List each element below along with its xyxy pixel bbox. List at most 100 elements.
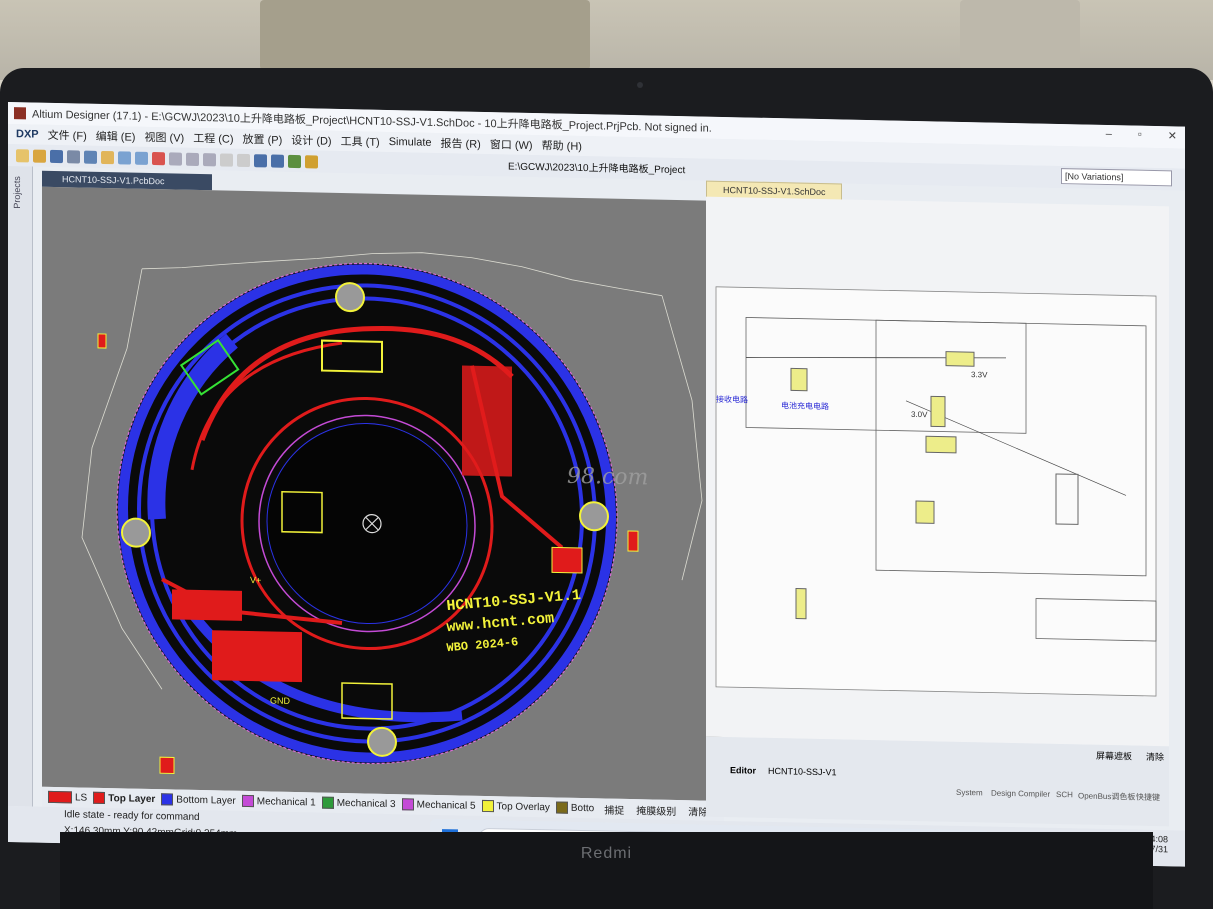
mech5-swatch bbox=[401, 798, 414, 811]
print-icon[interactable] bbox=[67, 149, 80, 164]
panel-tab-sch[interactable]: SCH bbox=[1056, 790, 1073, 799]
open-folder-icon[interactable] bbox=[33, 149, 46, 163]
menu-dxp[interactable]: DXP bbox=[16, 128, 39, 140]
component-pad-right bbox=[551, 546, 583, 574]
editor-tab[interactable]: Editor bbox=[730, 765, 756, 776]
sch-label-receive: 接收电路 bbox=[716, 394, 748, 405]
component-u3 bbox=[925, 435, 957, 454]
webcam bbox=[637, 82, 643, 88]
menu-tools[interactable]: 工具 (T) bbox=[341, 133, 380, 150]
layer-tab-mech1[interactable]: Mechanical 1 bbox=[257, 796, 316, 808]
menu-place[interactable]: 放置 (P) bbox=[243, 131, 283, 148]
mounting-hole-right bbox=[579, 501, 609, 532]
copy-icon[interactable] bbox=[186, 152, 199, 166]
panel-tab-system[interactable]: System bbox=[956, 788, 983, 798]
folder-icon[interactable] bbox=[101, 150, 114, 164]
altium-logo-icon bbox=[14, 107, 26, 120]
component-ldo-30 bbox=[930, 395, 946, 428]
menu-project[interactable]: 工程 (C) bbox=[193, 130, 233, 147]
silk-gnd: GND bbox=[270, 695, 290, 705]
zoom-area-icon[interactable] bbox=[135, 151, 148, 165]
component-charger bbox=[790, 367, 808, 392]
pcb-editor-canvas[interactable]: HCNT10-SSJ-V1.1 www.hcnt.com WBO 2024-6 … bbox=[42, 186, 724, 801]
schematic-bottom-panel: 屏幕遮板 清除 Editor HCNT10-SSJ-V1 System Desi… bbox=[706, 736, 1169, 827]
part-right-1 bbox=[627, 530, 639, 552]
maximize-button[interactable]: ▫ bbox=[1138, 129, 1142, 142]
laptop-brand-logo: Redmi bbox=[580, 845, 633, 862]
panel-tab-compiler[interactable]: Design Compiler bbox=[991, 789, 1050, 799]
laptop-chin bbox=[60, 832, 1153, 909]
pcb-board-view: HCNT10-SSJ-V1.1 www.hcnt.com WBO 2024-6 … bbox=[81, 252, 703, 774]
connector-j2 bbox=[795, 587, 807, 620]
sch-label-charge: 电池充电电路 bbox=[781, 400, 829, 411]
component-mcu bbox=[1055, 473, 1079, 525]
mask-level-button[interactable]: 掩膜级别 bbox=[636, 802, 676, 818]
connector-j1 bbox=[915, 500, 935, 524]
status-state: Idle state - ready for command bbox=[64, 809, 200, 824]
menu-edit[interactable]: 编辑 (E) bbox=[96, 128, 136, 145]
bottom-layer-swatch bbox=[161, 793, 174, 806]
schematic-view: 接收电路 电池充电电路 3.3V 3.0V bbox=[715, 286, 1157, 697]
layer-tab-bottom[interactable]: Bottom Layer bbox=[176, 794, 235, 806]
mounting-hole-left bbox=[121, 517, 151, 548]
menu-window[interactable]: 窗口 (W) bbox=[490, 136, 533, 153]
minimize-button[interactable]: – bbox=[1106, 128, 1112, 141]
menu-design[interactable]: 设计 (D) bbox=[291, 132, 331, 149]
top-layer-swatch bbox=[93, 791, 106, 805]
redo-icon[interactable] bbox=[271, 154, 284, 168]
paste-icon[interactable] bbox=[203, 152, 216, 166]
close-button[interactable]: ✕ bbox=[1168, 129, 1177, 142]
sheet-border bbox=[715, 286, 1157, 697]
sch-label-30v: 3.0V bbox=[911, 410, 928, 419]
layer-tab-mech3[interactable]: Mechanical 3 bbox=[337, 797, 396, 809]
silk-vplus: V+ bbox=[250, 575, 261, 585]
screen-mask-button[interactable]: 屏幕遮板 bbox=[1096, 749, 1132, 763]
part-left-1 bbox=[97, 333, 107, 349]
top-pour-left bbox=[172, 589, 242, 621]
mech3-swatch bbox=[321, 796, 334, 809]
snap-button[interactable]: 捕捉 bbox=[604, 801, 624, 816]
new-file-icon[interactable] bbox=[16, 148, 29, 162]
layer-set-label[interactable]: LS bbox=[75, 792, 87, 803]
cross-probe-icon[interactable] bbox=[288, 154, 301, 168]
projects-side-panel[interactable]: Projects bbox=[8, 166, 33, 807]
panel-tab-openbus[interactable]: OpenBus调色板 bbox=[1078, 790, 1135, 802]
menu-view[interactable]: 视图 (V) bbox=[144, 129, 184, 146]
zoom-icon[interactable] bbox=[84, 150, 97, 164]
layer-tab-top[interactable]: Top Layer bbox=[108, 793, 155, 805]
layer-tab-bottom-overlay[interactable]: Botto bbox=[571, 802, 594, 813]
part-c13 bbox=[159, 756, 175, 774]
layer-tab-top-overlay[interactable]: Top Overlay bbox=[497, 801, 550, 813]
sch-label-33v: 3.3V bbox=[971, 370, 988, 379]
sch-clear-button[interactable]: 清除 bbox=[1146, 750, 1164, 763]
menu-help[interactable]: 帮助 (H) bbox=[542, 137, 582, 154]
component-ldo-33 bbox=[945, 351, 975, 367]
mech1-swatch bbox=[241, 794, 254, 808]
top-pour-bottom bbox=[212, 630, 302, 683]
compile-icon[interactable] bbox=[305, 154, 318, 168]
cut-icon[interactable] bbox=[169, 151, 182, 166]
layer-tab-mech5[interactable]: Mechanical 5 bbox=[417, 799, 476, 811]
watermark-text: 98.com bbox=[567, 464, 648, 491]
editor-doc-tab[interactable]: HCNT10-SSJ-V1 bbox=[768, 766, 837, 777]
save-icon[interactable] bbox=[50, 149, 63, 163]
select-icon[interactable] bbox=[220, 152, 233, 167]
top-overlay-swatch bbox=[481, 799, 494, 813]
variants-dropdown[interactable]: [No Variations] bbox=[1061, 168, 1172, 187]
layer-set-swatch[interactable] bbox=[48, 790, 72, 804]
menu-reports[interactable]: 报告 (R) bbox=[441, 135, 481, 152]
bottom-overlay-swatch bbox=[555, 801, 568, 814]
zoom-fit-icon[interactable] bbox=[118, 150, 131, 165]
schematic-editor-canvas[interactable]: 接收电路 电池充电电路 3.3V 3.0V bbox=[706, 196, 1169, 747]
move-icon[interactable] bbox=[237, 153, 250, 167]
ratsnest-right bbox=[661, 295, 703, 581]
menu-file[interactable]: 文件 (F) bbox=[48, 127, 87, 144]
mounting-hole-top bbox=[335, 282, 365, 313]
undo-icon[interactable] bbox=[254, 153, 267, 167]
shelf-objects-right bbox=[960, 0, 1080, 70]
menu-simulate[interactable]: Simulate bbox=[389, 136, 432, 149]
laptop-screen: Altium Designer (17.1) - E:\GCWJ\2023\10… bbox=[8, 102, 1185, 867]
panel-tab-shortcuts[interactable]: 快捷键 bbox=[1136, 792, 1160, 804]
top-pour-right bbox=[462, 365, 512, 477]
zoom-selected-icon[interactable] bbox=[152, 151, 165, 165]
